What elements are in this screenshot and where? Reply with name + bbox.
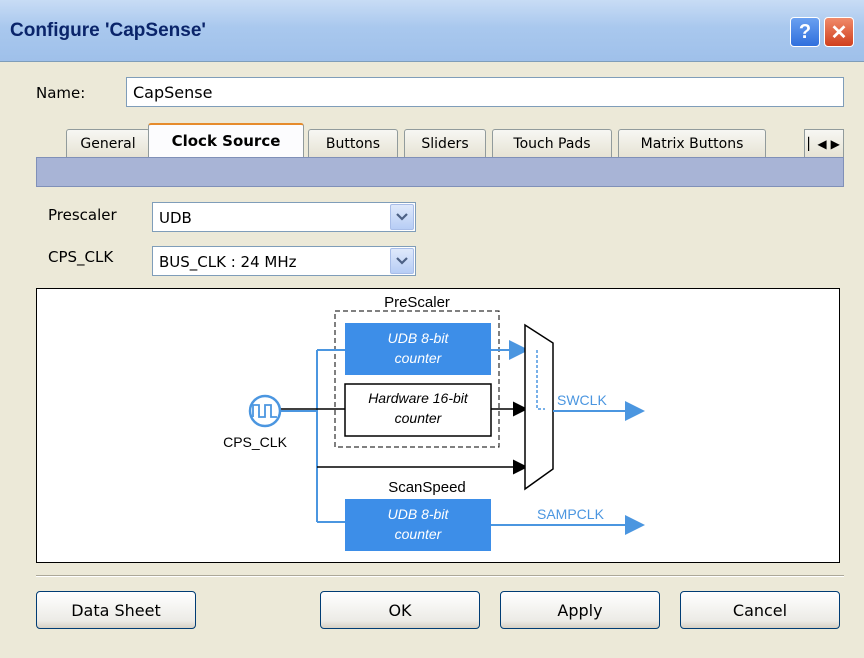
udb-counter-2-line2: counter <box>395 526 443 542</box>
tab-buttons[interactable]: Buttons <box>308 129 398 157</box>
name-input[interactable] <box>126 77 844 107</box>
tab-clock-source[interactable]: Clock Source <box>148 123 304 157</box>
name-label: Name: <box>36 84 86 102</box>
clock-source-label: CPS_CLK <box>223 434 287 450</box>
ok-button-label: OK <box>388 600 412 620</box>
cancel-button-label: Cancel <box>732 600 788 620</box>
scanspeed-label: ScanSpeed <box>388 479 466 496</box>
tab-general[interactable]: General <box>66 129 150 157</box>
close-button[interactable]: ✕ <box>824 17 854 47</box>
tab-scroll-left-icon[interactable]: ▏◀ <box>808 137 826 151</box>
swclk-label: SWCLK <box>557 392 607 408</box>
tab-label: Clock Source <box>171 132 281 150</box>
data-sheet-button-label: Data Sheet <box>71 600 161 620</box>
close-icon: ✕ <box>830 21 848 44</box>
hw-counter-line2: counter <box>395 410 443 426</box>
help-icon: ? <box>798 20 812 43</box>
data-sheet-button[interactable]: Data Sheet <box>36 591 196 629</box>
clock-diagram: PreScaler UDB 8-bit counter Hardware 16-… <box>36 288 840 563</box>
tab-sliders[interactable]: Sliders <box>404 129 486 157</box>
cps-clk-select[interactable]: BUS_CLK : 24 MHz <box>152 246 416 276</box>
chevron-down-icon[interactable] <box>390 204 414 230</box>
tab-label: Touch Pads <box>513 135 591 152</box>
mux-block <box>524 323 554 491</box>
udb-counter-2-line1: UDB 8-bit <box>388 506 450 522</box>
tab-label: General <box>80 135 136 152</box>
prescaler-label: Prescaler <box>48 206 117 224</box>
tab-label: Matrix Buttons <box>640 135 744 152</box>
tab-scroll-right-icon[interactable]: ▶ <box>831 137 840 151</box>
udb-counter-1-line2: counter <box>395 350 443 366</box>
tab-strip: General Clock Source Buttons Sliders Tou… <box>36 123 844 157</box>
window-title: Configure 'CapSense' <box>10 20 206 41</box>
prescaler-value: UDB <box>159 209 192 227</box>
apply-button-label: Apply <box>557 600 603 620</box>
tab-label: Sliders <box>421 135 469 152</box>
tab-scroll-controls: ▏◀ ▶ <box>804 129 844 157</box>
chevron-down-icon[interactable] <box>390 248 414 274</box>
udb-counter-1-line1: UDB 8-bit <box>388 330 450 346</box>
separator <box>36 575 844 577</box>
cps-clk-value: BUS_CLK : 24 MHz <box>159 253 297 271</box>
tab-matrix-buttons[interactable]: Matrix Buttons <box>618 129 766 157</box>
hw-counter-line1: Hardware 16-bit <box>368 390 469 406</box>
cancel-button[interactable]: Cancel <box>680 591 840 629</box>
ok-button[interactable]: OK <box>320 591 480 629</box>
prescaler-label: PreScaler <box>384 294 450 311</box>
tab-content-band <box>36 157 844 187</box>
prescaler-select[interactable]: UDB <box>152 202 416 232</box>
help-button[interactable]: ? <box>790 17 820 47</box>
cps-clk-label: CPS_CLK <box>48 248 114 266</box>
title-bar[interactable]: Configure 'CapSense' ? ✕ <box>0 0 864 62</box>
tab-touch-pads[interactable]: Touch Pads <box>492 129 612 157</box>
tab-label: Buttons <box>325 135 381 152</box>
apply-button[interactable]: Apply <box>500 591 660 629</box>
sampclk-label: SAMPCLK <box>537 506 605 522</box>
